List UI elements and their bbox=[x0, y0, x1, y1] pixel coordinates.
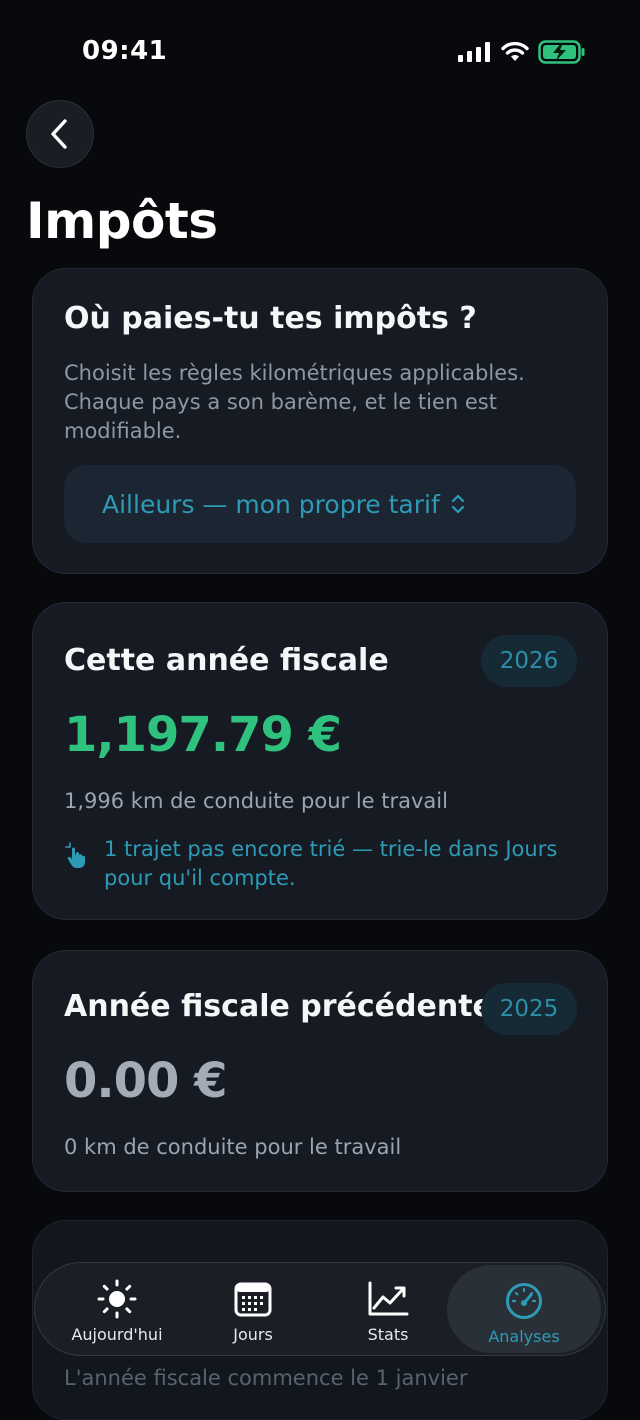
previous-year-amount: 0.00 € bbox=[64, 1053, 228, 1109]
tariff-picker[interactable]: Ailleurs — mon propre tarif bbox=[64, 465, 576, 543]
chevron-left-icon bbox=[51, 119, 67, 149]
current-year-km: 1,996 km de conduite pour le travail bbox=[64, 789, 448, 813]
tab-analyses-label: Analyses bbox=[488, 1327, 560, 1346]
chart-icon bbox=[367, 1279, 409, 1319]
calendar-icon bbox=[234, 1279, 272, 1319]
current-year-title: Cette année fiscale bbox=[64, 643, 389, 678]
battery-charging-icon bbox=[538, 40, 585, 64]
tab-days-label: Jours bbox=[233, 1325, 273, 1344]
status-bar: 09:41 bbox=[0, 0, 640, 100]
gauge-icon bbox=[504, 1281, 544, 1321]
tab-stats-label: Stats bbox=[367, 1325, 409, 1344]
tab-days[interactable]: Jours bbox=[183, 1263, 323, 1355]
sun-icon bbox=[96, 1279, 138, 1319]
back-button[interactable] bbox=[26, 100, 94, 168]
tab-analyses[interactable]: Analyses bbox=[447, 1265, 601, 1353]
previous-year-badge: 2025 bbox=[481, 983, 577, 1035]
current-year-card: Cette année fiscale 2026 1,197.79 € 1,99… bbox=[32, 602, 608, 920]
current-year-badge: 2026 bbox=[481, 635, 577, 687]
tax-country-card: Où paies-tu tes impôts ? Choisit les règ… bbox=[32, 268, 608, 574]
hand-tap-icon bbox=[64, 841, 92, 893]
tariff-picker-value: Ailleurs — mon propre tarif bbox=[102, 489, 440, 519]
previous-year-card: Année fiscale précédente 2025 0.00 € 0 k… bbox=[32, 950, 608, 1192]
page-title: Impôts bbox=[26, 192, 218, 250]
previous-year-title: Année fiscale précédente bbox=[64, 989, 493, 1024]
chevron-up-down-icon bbox=[450, 492, 466, 516]
wifi-icon bbox=[501, 41, 529, 61]
tab-bar: Aujourd'hui Jours Stats Analyses bbox=[34, 1262, 606, 1356]
fiscal-year-start-note: L'année fiscale commence le 1 janvier bbox=[64, 1366, 468, 1390]
tab-stats[interactable]: Stats bbox=[318, 1263, 458, 1355]
tab-today-label: Aujourd'hui bbox=[71, 1325, 163, 1344]
status-time: 09:41 bbox=[82, 36, 168, 66]
unsorted-trip-hint-text: 1 trajet pas encore trié — trie-le dans … bbox=[104, 837, 558, 890]
tab-today[interactable]: Aujourd'hui bbox=[47, 1263, 187, 1355]
tax-country-description: Choisit les règles kilométriques applica… bbox=[64, 361, 525, 443]
tax-country-title: Où paies-tu tes impôts ? bbox=[64, 301, 477, 336]
current-year-amount: 1,197.79 € bbox=[64, 707, 342, 763]
unsorted-trip-hint[interactable]: 1 trajet pas encore trié — trie-le dans … bbox=[64, 835, 574, 893]
previous-year-km: 0 km de conduite pour le travail bbox=[64, 1135, 402, 1159]
cellular-signal-icon bbox=[458, 42, 490, 62]
